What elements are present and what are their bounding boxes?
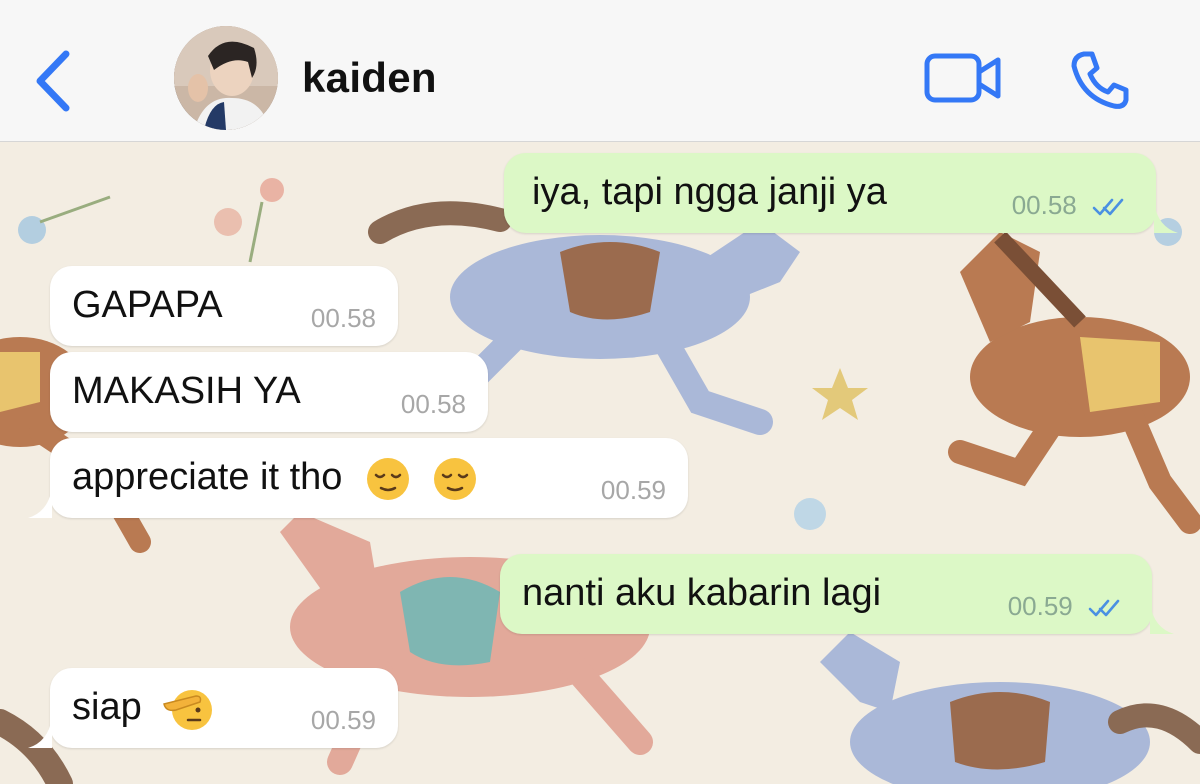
saluting-face-emoji — [163, 690, 213, 730]
message-content: appreciate it tho — [72, 456, 478, 502]
message-time: 00.59 — [310, 705, 376, 735]
message-bubble-incoming[interactable]: MAKASIH YA 00.58 — [50, 352, 488, 432]
voice-call-button[interactable] — [1068, 48, 1132, 112]
message-time: 00.58 — [1011, 190, 1077, 220]
message-text: appreciate it tho — [72, 456, 343, 499]
message-time: 00.58 — [400, 389, 466, 419]
message-bubble-outgoing[interactable]: iya, tapi ngga janji ya 00.58 — [504, 153, 1178, 233]
message-meta: 00.59 — [1008, 591, 1122, 622]
message-text: siap — [72, 686, 142, 729]
bubble-tail — [1154, 203, 1178, 233]
phone-icon — [1071, 51, 1129, 109]
message-bubble-incoming[interactable]: appreciate it tho 00.59 — [28, 438, 688, 518]
chevron-left-icon — [36, 50, 70, 112]
bubble-tail — [28, 488, 52, 518]
message-bubble-incoming[interactable]: GAPAPA 00.58 — [50, 266, 398, 346]
message-content: siap — [72, 686, 214, 732]
double-check-icon — [1088, 599, 1120, 617]
message-time: 00.59 — [600, 475, 666, 505]
video-call-button[interactable] — [924, 52, 1004, 104]
bubble-tail — [28, 718, 52, 748]
chat-header: kaiden — [0, 0, 1200, 142]
back-button[interactable] — [30, 46, 80, 116]
message-time: 00.58 — [310, 303, 376, 333]
message-bubble-incoming[interactable]: siap 00.59 — [28, 668, 398, 748]
message-time: 00.59 — [1007, 591, 1073, 621]
message-bubble-outgoing[interactable]: nanti aku kabarin lagi 00.59 — [500, 554, 1174, 634]
message-text: nanti aku kabarin lagi — [522, 572, 882, 614]
contact-name[interactable]: kaiden — [302, 54, 437, 102]
bubble-tail — [1150, 604, 1174, 634]
double-check-icon — [1092, 198, 1124, 216]
message-text: iya, tapi ngga janji ya — [532, 171, 887, 213]
avatar[interactable] — [174, 26, 278, 130]
relieved-face-emoji — [366, 458, 409, 500]
message-meta: 00.58 — [1012, 190, 1126, 221]
message-text: MAKASIH YA — [72, 370, 301, 412]
message-text: GAPAPA — [72, 284, 223, 326]
relieved-face-emoji — [433, 458, 476, 500]
avatar-photo — [174, 26, 278, 130]
video-camera-icon — [924, 53, 1001, 103]
